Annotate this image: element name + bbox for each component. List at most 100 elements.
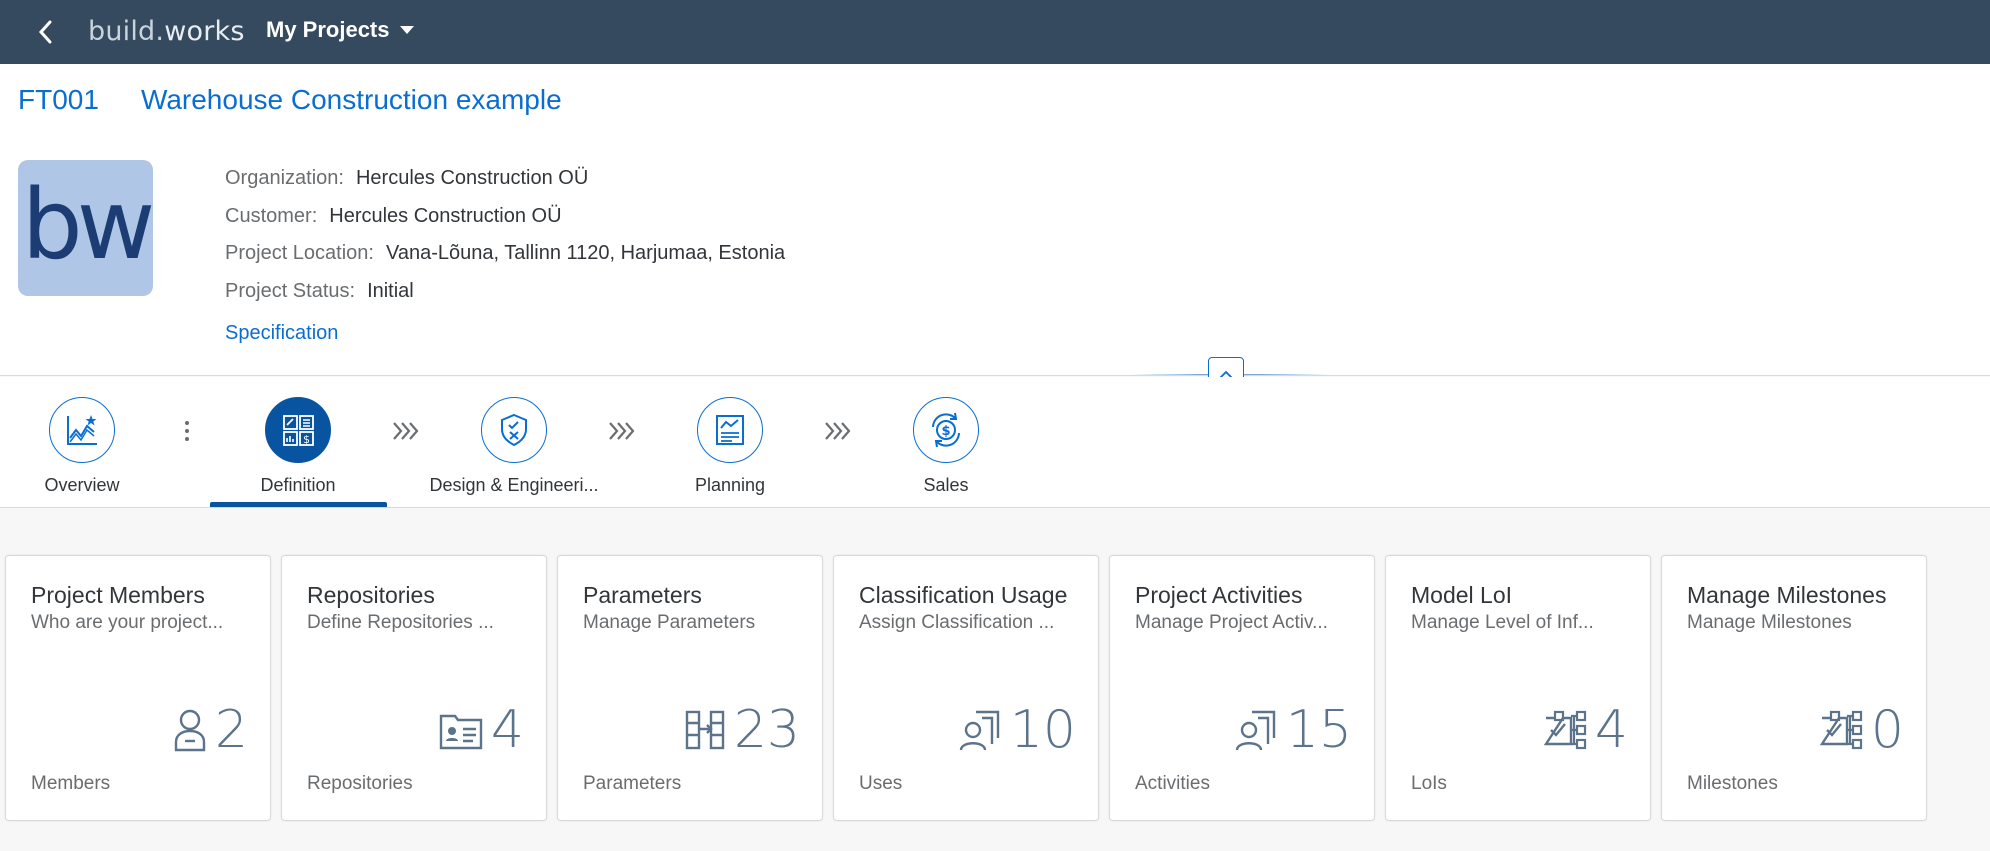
nav-item-design-engineering[interactable]: Design & Engineeri...	[429, 397, 599, 496]
tile-footer: Members	[31, 773, 111, 794]
tile-value: 23	[733, 700, 800, 760]
planning-icon	[716, 415, 744, 445]
tile-kpi: 2	[173, 704, 248, 756]
overview-chart-icon	[67, 415, 97, 445]
user-copy-icon	[1235, 710, 1276, 751]
nav-label: Definition	[260, 475, 336, 495]
tile-subtitle: Define Repositories ...	[307, 612, 494, 633]
tile-kpi: 15	[1234, 704, 1352, 756]
svg-text:$: $	[303, 433, 310, 446]
tile-title: Project Activities	[1135, 582, 1303, 608]
process-navigation: Overview $ Definition Design & Engineeri…	[0, 377, 1990, 508]
attribute-label: Customer:	[225, 204, 318, 227]
nav-circle	[481, 397, 547, 463]
parameters-icon	[685, 710, 725, 750]
nav-circle: $	[913, 397, 979, 463]
tile-title: Manage Milestones	[1687, 582, 1887, 608]
nav-label: Sales	[923, 475, 969, 495]
app-logo[interactable]: build.works	[88, 16, 245, 47]
attribute-value: Hercules Construction OÜ	[329, 204, 562, 227]
nav-item-sales[interactable]: $ Sales	[861, 397, 1031, 496]
tile-footer: LoIs	[1411, 773, 1447, 794]
tile-value: 15	[1285, 700, 1352, 760]
project-avatar: bw	[18, 160, 155, 296]
user-copy-icon	[959, 710, 1000, 751]
nav-circle: $	[265, 397, 331, 463]
attribute-value: Hercules Construction OÜ	[355, 167, 589, 190]
tile-kpi: 10	[958, 704, 1076, 756]
tile-model-loi[interactable]: Model LoI Manage Level of Inf... 4 LoIs	[1385, 555, 1651, 821]
nav-item-planning[interactable]: Planning	[645, 397, 815, 496]
repository-card-icon	[439, 714, 483, 750]
tile-project-activities[interactable]: Project Activities Manage Project Activ.…	[1109, 555, 1375, 821]
active-tab-indicator	[210, 502, 387, 507]
tile-subtitle: Manage Milestones	[1687, 612, 1852, 633]
project-id: FT001	[18, 84, 99, 115]
tile-title: Repositories	[307, 582, 435, 608]
tile-kpi: 4	[439, 704, 524, 756]
chevron-triple-icon	[391, 417, 421, 445]
avatar-text: bw	[21, 169, 155, 281]
tile-footer: Milestones	[1687, 773, 1778, 794]
tile-kpi: 4	[1543, 704, 1628, 756]
nav-label: Design & Engineeri...	[429, 475, 599, 495]
member-icon	[174, 709, 206, 752]
checklist-tree-icon	[1543, 710, 1587, 750]
tile-subtitle: Manage Project Activ...	[1135, 612, 1328, 633]
projects-menu-button[interactable]: My Projects	[266, 17, 414, 43]
nav-circle	[697, 397, 763, 463]
tile-value: 2	[214, 700, 248, 760]
tile-kpi: 0	[1819, 704, 1904, 756]
tile-classification-usage[interactable]: Classification Usage Assign Classificati…	[833, 555, 1099, 821]
attribute-label: Project Status:	[225, 279, 356, 302]
sales-icon: $	[932, 412, 960, 448]
tile-container: Project Members Who are your project... …	[0, 509, 1990, 851]
tile-value: 0	[1870, 700, 1904, 760]
tile-value: 10	[1009, 700, 1076, 760]
attribute-value: Vana-Lõuna, Tallinn 1120, Harjumaa, Esto…	[385, 242, 786, 265]
definition-icon: $	[283, 415, 314, 446]
attribute-label: Project Location:	[225, 242, 374, 265]
nav-item-definition[interactable]: $ Definition	[213, 397, 383, 496]
attribute-customer: Customer: Hercules Construction OÜ	[225, 198, 785, 236]
nav-label: Planning	[694, 475, 766, 495]
tile-footer: Parameters	[583, 773, 682, 794]
attribute-organization: Organization: Hercules Construction OÜ	[225, 160, 785, 198]
shell-bar: build.works My Projects	[0, 0, 1990, 64]
shield-icon	[501, 413, 527, 447]
caret-down-icon	[399, 26, 414, 34]
attribute-value: Initial	[367, 279, 414, 302]
tile-value: 4	[490, 700, 524, 760]
back-button[interactable]	[28, 14, 64, 50]
chevron-triple-icon	[823, 417, 853, 445]
nav-label: Overview	[44, 475, 120, 495]
tile-title: Project Members	[31, 582, 205, 608]
attribute-location: Project Location: Vana-Lõuna, Tallinn 11…	[225, 235, 785, 273]
tile-parameters[interactable]: Parameters Manage Parameters 23 Paramete…	[557, 555, 823, 821]
tile-footer: Activities	[1135, 773, 1210, 794]
attribute-status: Project Status: Initial	[225, 273, 785, 311]
project-name: Warehouse Construction example	[140, 84, 562, 115]
tile-title: Classification Usage	[859, 582, 1068, 608]
attributes-list: Organization: Hercules Construction OÜ C…	[225, 160, 785, 310]
nav-circle	[49, 397, 115, 463]
tile-subtitle: Manage Level of Inf...	[1411, 612, 1594, 633]
tile-title: Parameters	[583, 582, 702, 608]
tile-subtitle: Manage Parameters	[583, 612, 756, 633]
nav-item-overview[interactable]: Overview	[0, 397, 167, 496]
menu-title: My Projects	[266, 17, 390, 42]
specification-link[interactable]: Specification	[225, 322, 338, 345]
tile-footer: Repositories	[307, 773, 413, 794]
chevron-triple-icon	[607, 417, 637, 445]
svg-text:$: $	[941, 424, 950, 439]
tile-manage-milestones[interactable]: Manage Milestones Manage Milestones 0 Mi…	[1661, 555, 1927, 821]
checklist-tree-icon	[1819, 710, 1863, 750]
object-header: FT001 Warehouse Construction example bw …	[0, 64, 1990, 376]
tile-title: Model LoI	[1411, 582, 1513, 608]
tile-project-members[interactable]: Project Members Who are your project... …	[5, 555, 271, 821]
back-arrow-icon	[38, 20, 52, 44]
more-dots-icon	[184, 417, 190, 445]
tile-repositories[interactable]: Repositories Define Repositories ... 4 R…	[281, 555, 547, 821]
attribute-label: Organization:	[225, 167, 344, 190]
tile-kpi: 23	[684, 704, 800, 756]
